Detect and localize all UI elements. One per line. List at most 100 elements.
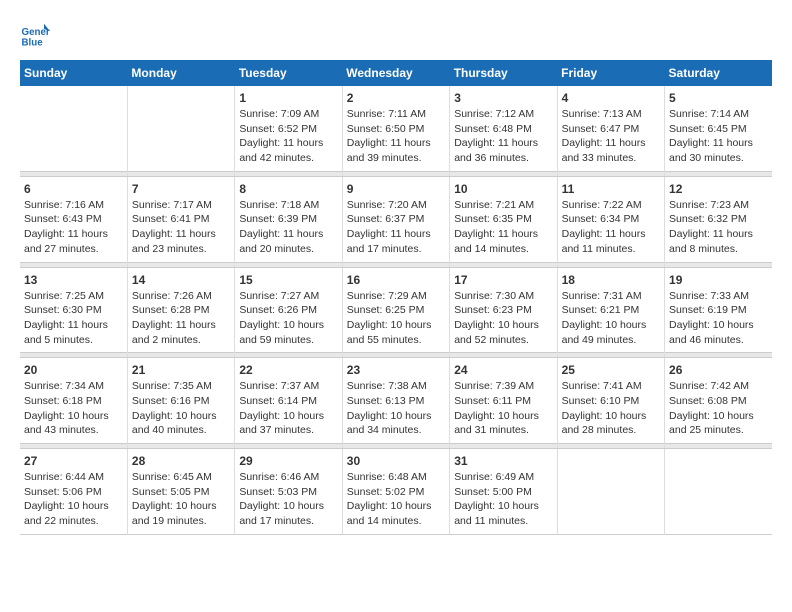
day-number: 20 <box>24 363 123 377</box>
day-detail: Sunrise: 7:37 AM Sunset: 6:14 PM Dayligh… <box>239 379 337 438</box>
day-number: 21 <box>132 363 230 377</box>
day-detail: Sunrise: 7:41 AM Sunset: 6:10 PM Dayligh… <box>562 379 660 438</box>
calendar-week-row: 1Sunrise: 7:09 AM Sunset: 6:52 PM Daylig… <box>20 86 772 171</box>
calendar-cell: 11 Sunrise: 7:22 AM Sunset: 6:34 PM Dayli… <box>557 176 664 262</box>
day-detail: Sunrise: 7:25 AM Sunset: 6:30 PM Dayligh… <box>24 289 123 348</box>
calendar-cell: 13 Sunrise: 7:25 AM Sunset: 6:30 PM Dayli… <box>20 267 127 353</box>
page-header: General Blue <box>20 20 772 50</box>
calendar-cell: 8Sunrise: 7:18 AM Sunset: 6:39 PM Daylig… <box>235 176 342 262</box>
calendar-cell: 28 Sunrise: 6:45 AM Sunset: 5:05 PM Dayli… <box>127 449 234 535</box>
calendar-cell: 30 Sunrise: 6:48 AM Sunset: 5:02 PM Dayli… <box>342 449 449 535</box>
day-detail: Sunrise: 7:16 AM Sunset: 6:43 PM Dayligh… <box>24 198 123 257</box>
day-detail: Sunrise: 7:20 AM Sunset: 6:37 PM Dayligh… <box>347 198 445 257</box>
day-number: 30 <box>347 454 445 468</box>
weekday-header-thursday: Thursday <box>450 60 557 86</box>
day-number: 11 <box>562 182 660 196</box>
calendar-cell: 12 Sunrise: 7:23 AM Sunset: 6:32 PM Dayli… <box>665 176 772 262</box>
weekday-header-sunday: Sunday <box>20 60 127 86</box>
day-detail: Sunrise: 6:46 AM Sunset: 5:03 PM Dayligh… <box>239 470 337 529</box>
calendar-cell: 18 Sunrise: 7:31 AM Sunset: 6:21 PM Dayli… <box>557 267 664 353</box>
calendar-week-row: 6 Sunrise: 7:16 AM Sunset: 6:43 PM Daylig… <box>20 176 772 262</box>
weekday-header-row: SundayMondayTuesdayWednesdayThursdayFrid… <box>20 60 772 86</box>
calendar-cell: 20 Sunrise: 7:34 AM Sunset: 6:18 PM Dayli… <box>20 358 127 444</box>
day-detail: Sunrise: 7:12 AM Sunset: 6:48 PM Dayligh… <box>454 107 552 166</box>
calendar-cell: 4 Sunrise: 7:13 AM Sunset: 6:47 PM Daylig… <box>557 86 664 171</box>
calendar-cell: 16 Sunrise: 7:29 AM Sunset: 6:25 PM Dayli… <box>342 267 449 353</box>
day-detail: Sunrise: 7:30 AM Sunset: 6:23 PM Dayligh… <box>454 289 552 348</box>
day-detail: Sunrise: 7:21 AM Sunset: 6:35 PM Dayligh… <box>454 198 552 257</box>
day-number: 12 <box>669 182 768 196</box>
svg-text:Blue: Blue <box>22 38 44 49</box>
day-number: 28 <box>132 454 230 468</box>
day-number: 5 <box>669 91 768 105</box>
weekday-header-tuesday: Tuesday <box>235 60 342 86</box>
calendar-cell <box>557 449 664 535</box>
day-number: 16 <box>347 273 445 287</box>
day-number: 14 <box>132 273 230 287</box>
day-number: 31 <box>454 454 552 468</box>
day-detail: Sunrise: 6:45 AM Sunset: 5:05 PM Dayligh… <box>132 470 230 529</box>
day-detail: Sunrise: 7:14 AM Sunset: 6:45 PM Dayligh… <box>669 107 768 166</box>
day-detail: Sunrise: 7:27 AM Sunset: 6:26 PM Dayligh… <box>239 289 337 348</box>
calendar-cell: 22 Sunrise: 7:37 AM Sunset: 6:14 PM Dayli… <box>235 358 342 444</box>
calendar-cell: 29Sunrise: 6:46 AM Sunset: 5:03 PM Dayli… <box>235 449 342 535</box>
day-number: 18 <box>562 273 660 287</box>
calendar-cell: 1Sunrise: 7:09 AM Sunset: 6:52 PM Daylig… <box>235 86 342 171</box>
day-detail: Sunrise: 7:09 AM Sunset: 6:52 PM Dayligh… <box>239 107 337 166</box>
day-detail: Sunrise: 7:31 AM Sunset: 6:21 PM Dayligh… <box>562 289 660 348</box>
day-number: 10 <box>454 182 552 196</box>
day-number: 22 <box>239 363 337 377</box>
day-number: 23 <box>347 363 445 377</box>
calendar-cell: 3 Sunrise: 7:12 AM Sunset: 6:48 PM Daylig… <box>450 86 557 171</box>
calendar-cell: 25 Sunrise: 7:41 AM Sunset: 6:10 PM Dayli… <box>557 358 664 444</box>
day-detail: Sunrise: 7:29 AM Sunset: 6:25 PM Dayligh… <box>347 289 445 348</box>
weekday-header-monday: Monday <box>127 60 234 86</box>
calendar-cell: 23 Sunrise: 7:38 AM Sunset: 6:13 PM Dayli… <box>342 358 449 444</box>
calendar-week-row: 20 Sunrise: 7:34 AM Sunset: 6:18 PM Dayli… <box>20 358 772 444</box>
calendar-cell: 21 Sunrise: 7:35 AM Sunset: 6:16 PM Dayli… <box>127 358 234 444</box>
calendar-cell: 6 Sunrise: 7:16 AM Sunset: 6:43 PM Daylig… <box>20 176 127 262</box>
day-number: 4 <box>562 91 660 105</box>
day-number: 27 <box>24 454 123 468</box>
calendar-cell: 24Sunrise: 7:39 AM Sunset: 6:11 PM Dayli… <box>450 358 557 444</box>
day-detail: Sunrise: 6:49 AM Sunset: 5:00 PM Dayligh… <box>454 470 552 529</box>
day-detail: Sunrise: 7:42 AM Sunset: 6:08 PM Dayligh… <box>669 379 768 438</box>
day-detail: Sunrise: 7:35 AM Sunset: 6:16 PM Dayligh… <box>132 379 230 438</box>
calendar-cell: 31 Sunrise: 6:49 AM Sunset: 5:00 PM Dayli… <box>450 449 557 535</box>
day-detail: Sunrise: 7:34 AM Sunset: 6:18 PM Dayligh… <box>24 379 123 438</box>
day-detail: Sunrise: 6:44 AM Sunset: 5:06 PM Dayligh… <box>24 470 123 529</box>
day-detail: Sunrise: 7:11 AM Sunset: 6:50 PM Dayligh… <box>347 107 445 166</box>
day-number: 9 <box>347 182 445 196</box>
calendar-table: SundayMondayTuesdayWednesdayThursdayFrid… <box>20 60 772 535</box>
day-detail: Sunrise: 7:17 AM Sunset: 6:41 PM Dayligh… <box>132 198 230 257</box>
day-number: 6 <box>24 182 123 196</box>
day-detail: Sunrise: 7:26 AM Sunset: 6:28 PM Dayligh… <box>132 289 230 348</box>
day-number: 24 <box>454 363 552 377</box>
calendar-cell <box>127 86 234 171</box>
calendar-cell: 10 Sunrise: 7:21 AM Sunset: 6:35 PM Dayli… <box>450 176 557 262</box>
calendar-cell: 2Sunrise: 7:11 AM Sunset: 6:50 PM Daylig… <box>342 86 449 171</box>
weekday-header-wednesday: Wednesday <box>342 60 449 86</box>
day-number: 13 <box>24 273 123 287</box>
calendar-cell: 5 Sunrise: 7:14 AM Sunset: 6:45 PM Daylig… <box>665 86 772 171</box>
calendar-cell <box>665 449 772 535</box>
calendar-cell: 19Sunrise: 7:33 AM Sunset: 6:19 PM Dayli… <box>665 267 772 353</box>
day-detail: Sunrise: 7:38 AM Sunset: 6:13 PM Dayligh… <box>347 379 445 438</box>
calendar-cell: 26 Sunrise: 7:42 AM Sunset: 6:08 PM Dayli… <box>665 358 772 444</box>
calendar-cell: 9 Sunrise: 7:20 AM Sunset: 6:37 PM Daylig… <box>342 176 449 262</box>
day-number: 26 <box>669 363 768 377</box>
weekday-header-friday: Friday <box>557 60 664 86</box>
calendar-week-row: 13 Sunrise: 7:25 AM Sunset: 6:30 PM Dayli… <box>20 267 772 353</box>
day-number: 17 <box>454 273 552 287</box>
calendar-week-row: 27 Sunrise: 6:44 AM Sunset: 5:06 PM Dayli… <box>20 449 772 535</box>
day-detail: Sunrise: 7:23 AM Sunset: 6:32 PM Dayligh… <box>669 198 768 257</box>
calendar-cell: 15 Sunrise: 7:27 AM Sunset: 6:26 PM Dayli… <box>235 267 342 353</box>
calendar-cell: 7Sunrise: 7:17 AM Sunset: 6:41 PM Daylig… <box>127 176 234 262</box>
day-detail: Sunrise: 7:18 AM Sunset: 6:39 PM Dayligh… <box>239 198 337 257</box>
day-detail: Sunrise: 7:13 AM Sunset: 6:47 PM Dayligh… <box>562 107 660 166</box>
day-number: 15 <box>239 273 337 287</box>
day-number: 25 <box>562 363 660 377</box>
day-detail: Sunrise: 6:48 AM Sunset: 5:02 PM Dayligh… <box>347 470 445 529</box>
day-detail: Sunrise: 7:22 AM Sunset: 6:34 PM Dayligh… <box>562 198 660 257</box>
day-number: 3 <box>454 91 552 105</box>
